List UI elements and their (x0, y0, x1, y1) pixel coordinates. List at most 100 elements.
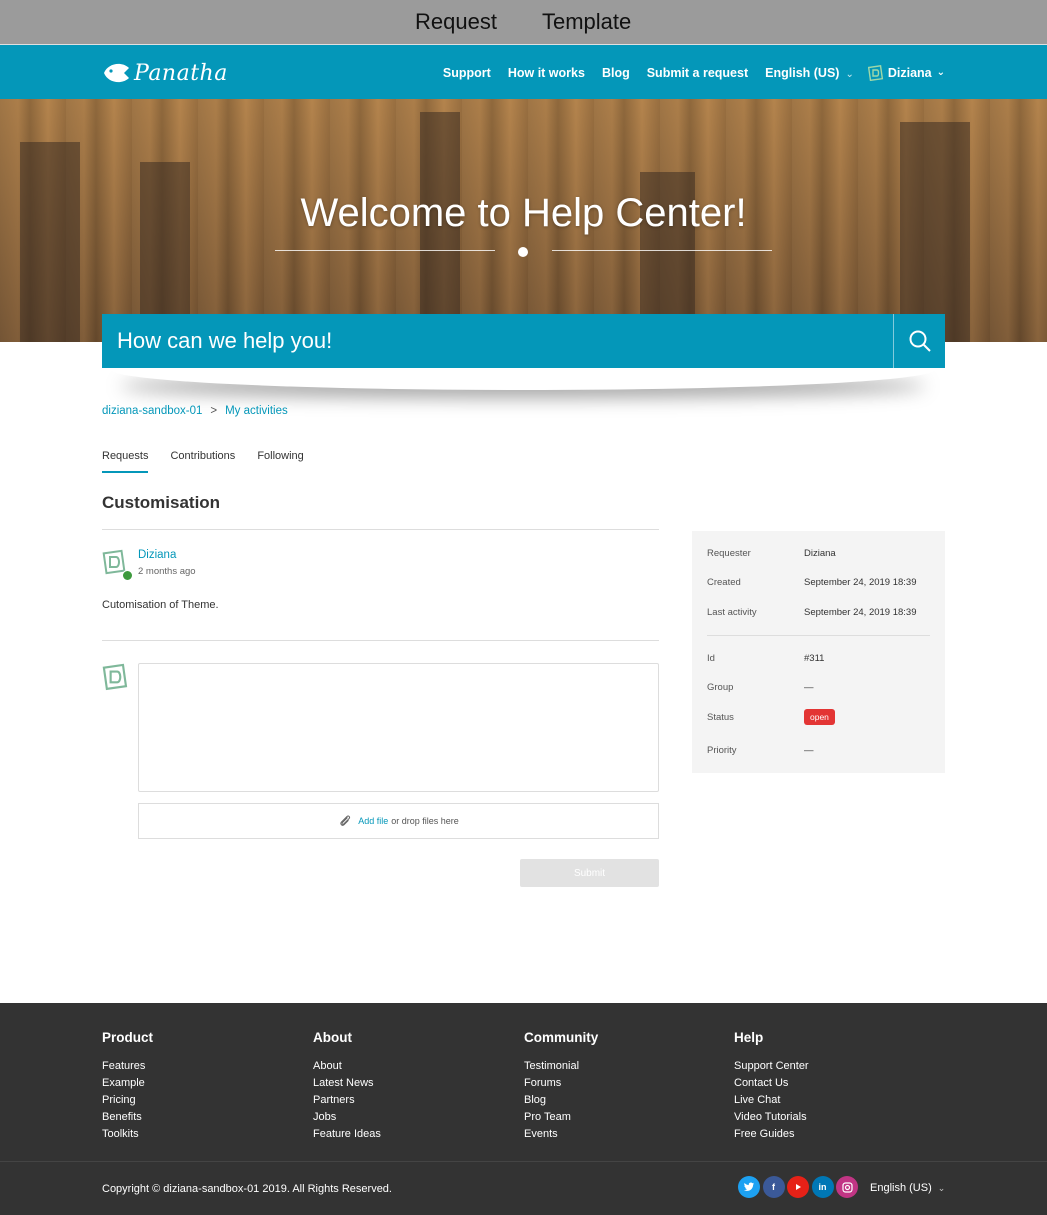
chevron-down-icon: ⌄ (937, 1183, 946, 1193)
tab-contributions[interactable]: Contributions (170, 450, 235, 473)
divider (102, 640, 659, 641)
footer-link[interactable]: Blog (524, 1092, 598, 1109)
footer-language-selector[interactable]: English (US) ⌄ (870, 1182, 945, 1194)
status-badge: open (804, 709, 835, 725)
footer-column-product: Product Features Example Pricing Benefit… (102, 1030, 153, 1143)
breadcrumb: diziana-sandbox-01 > My activities (102, 405, 288, 417)
search-button[interactable] (893, 314, 945, 368)
author-name-link[interactable]: Diziana (138, 549, 196, 561)
detail-value: September 24, 2019 18:39 (804, 577, 917, 588)
nav-link-blog[interactable]: Blog (602, 66, 630, 80)
footer-column-title: Community (524, 1030, 599, 1045)
nav-link-support[interactable]: Support (443, 66, 491, 80)
drop-files-hint: or drop files here (391, 816, 459, 826)
brand-logo[interactable]: Panatha (102, 59, 228, 87)
nav-link-how-it-works[interactable]: How it works (508, 66, 585, 80)
footer-link[interactable]: Live Chat (734, 1092, 809, 1109)
detail-label: Last activity (707, 607, 757, 618)
hero-divider-dot (518, 247, 528, 257)
youtube-icon[interactable] (787, 1176, 809, 1198)
breadcrumb-separator: > (210, 405, 218, 417)
footer-link[interactable]: Testimonial (524, 1058, 598, 1075)
divider (0, 1161, 1047, 1162)
paperclip-icon (340, 815, 351, 826)
brand-logo-text: Panatha (134, 60, 228, 86)
detail-label: Requester (707, 548, 751, 559)
footer-link[interactable]: Partners (313, 1092, 381, 1109)
footer-link[interactable]: Contact Us (734, 1075, 809, 1092)
user-menu-name: Diziana (887, 65, 932, 80)
language-label: English (US) (765, 65, 840, 80)
divider (102, 529, 659, 530)
facebook-icon[interactable]: f (762, 1176, 785, 1198)
search-icon (909, 330, 931, 352)
footer-link[interactable]: Toolkits (102, 1126, 153, 1143)
footer-column-community: Community Testimonial Forums Blog Pro Te… (524, 1030, 598, 1143)
submit-button[interactable]: Submit (520, 859, 659, 887)
detail-value: #311 (804, 653, 825, 664)
search-input[interactable] (102, 314, 893, 368)
activity-tabs: Requests Contributions Following (102, 450, 326, 473)
language-selector[interactable]: English (US) ⌄ (765, 66, 854, 80)
hero-banner: Welcome to Help Center! (0, 99, 1047, 342)
site-footer: Product Features Example Pricing Benefit… (0, 1003, 1047, 1215)
footer-link[interactable]: Jobs (313, 1109, 381, 1126)
reply-textarea[interactable] (138, 663, 659, 792)
reply-avatar-icon (102, 663, 128, 691)
linkedin-icon[interactable]: in (811, 1176, 834, 1198)
nav-links: Support How it works Blog Submit a reque… (426, 45, 945, 100)
footer-link[interactable]: Video Tutorials (734, 1109, 809, 1126)
footer-column-help: Help Support Center Contact Us Live Chat… (734, 1030, 809, 1143)
footer-link[interactable]: Latest News (313, 1075, 381, 1092)
hero-title: Welcome to Help Center! (300, 191, 747, 235)
chevron-down-icon: ⌄ (845, 68, 854, 80)
footer-column-title: Product (102, 1030, 154, 1045)
tab-following[interactable]: Following (257, 450, 303, 473)
detail-value: September 24, 2019 18:39 (804, 607, 917, 618)
user-menu[interactable]: Diziana ⌄ (867, 64, 945, 81)
user-avatar-icon (867, 64, 883, 81)
footer-link[interactable]: Features (102, 1058, 153, 1075)
footer-column-title: About (313, 1030, 352, 1045)
footer-link[interactable]: Pro Team (524, 1109, 598, 1126)
tab-requests[interactable]: Requests (102, 450, 149, 473)
attachment-dropzone[interactable]: Add file or drop files here (138, 803, 659, 839)
footer-link[interactable]: Pricing (102, 1092, 153, 1109)
footer-link[interactable]: Support Center (734, 1058, 809, 1075)
detail-value: Diziana (804, 548, 836, 559)
footer-link[interactable]: About (313, 1058, 381, 1075)
twitter-icon[interactable] (738, 1176, 760, 1198)
avatar (102, 549, 133, 581)
chevron-down-icon: ⌄ (936, 67, 945, 78)
detail-label: Status (707, 712, 734, 723)
footer-link[interactable]: Feature Ideas (313, 1126, 381, 1143)
fish-logo-icon (104, 63, 129, 83)
detail-value: — (804, 682, 814, 693)
top-navigation: Panatha Support How it works Blog Submit… (0, 44, 1047, 99)
add-file-link[interactable]: Add file (358, 816, 388, 826)
request-details-panel: Requester Diziana Created September 24, … (692, 531, 945, 773)
detail-label: Created (707, 577, 741, 588)
template-banner: Request Template (0, 0, 1047, 44)
footer-link[interactable]: Example (102, 1075, 153, 1092)
detail-value: — (804, 745, 814, 756)
detail-label: Group (707, 682, 734, 693)
instagram-icon[interactable] (836, 1176, 858, 1198)
request-body: Cutomisation of Theme. (102, 599, 219, 611)
request-title: Customisation (102, 493, 221, 512)
hero-divider-right (552, 250, 772, 251)
footer-link[interactable]: Forums (524, 1075, 598, 1092)
banner-word-template: Template (542, 9, 632, 34)
request-timestamp: 2 months ago (138, 566, 196, 577)
breadcrumb-my-activities[interactable]: My activities (225, 405, 288, 417)
footer-language-label: English (US) (870, 1182, 932, 1194)
breadcrumb-home[interactable]: diziana-sandbox-01 (102, 405, 202, 417)
footer-link[interactable]: Free Guides (734, 1126, 809, 1143)
divider (707, 635, 930, 636)
footer-link[interactable]: Benefits (102, 1109, 153, 1126)
copyright-text: Copyright © diziana-sandbox-01 2019. All… (102, 1183, 392, 1195)
footer-column-about: About About Latest News Partners Jobs Fe… (313, 1030, 381, 1143)
nav-link-submit-request[interactable]: Submit a request (647, 66, 748, 80)
footer-link[interactable]: Events (524, 1126, 598, 1143)
detail-label: Priority (707, 745, 737, 756)
